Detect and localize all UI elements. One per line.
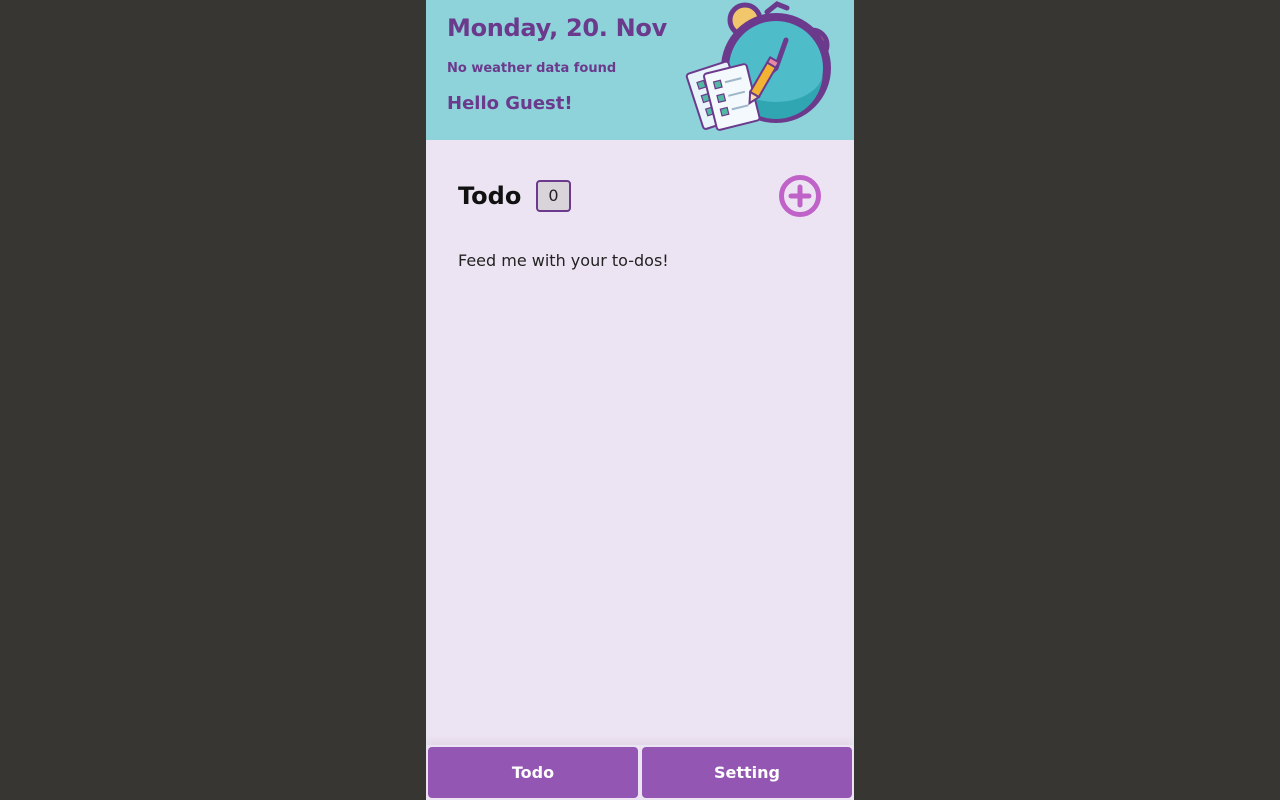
bottom-nav: Todo Setting xyxy=(426,745,854,800)
app-container: Monday, 20. Nov No weather data found He… xyxy=(426,0,854,800)
nav-setting-button[interactable]: Setting xyxy=(642,747,852,798)
header: Monday, 20. Nov No weather data found He… xyxy=(426,0,854,140)
weather-status: No weather data found xyxy=(447,61,617,76)
todo-count-badge: 0 xyxy=(536,180,571,212)
alarm-clock-checklist-icon xyxy=(685,1,831,131)
empty-todo-message: Feed me with your to-dos! xyxy=(458,251,669,270)
date-heading: Monday, 20. Nov xyxy=(447,14,667,42)
nav-todo-button[interactable]: Todo xyxy=(428,747,638,798)
greeting-text: Hello Guest! xyxy=(447,93,573,114)
todo-title: Todo xyxy=(458,182,522,210)
add-todo-button[interactable] xyxy=(778,174,822,218)
